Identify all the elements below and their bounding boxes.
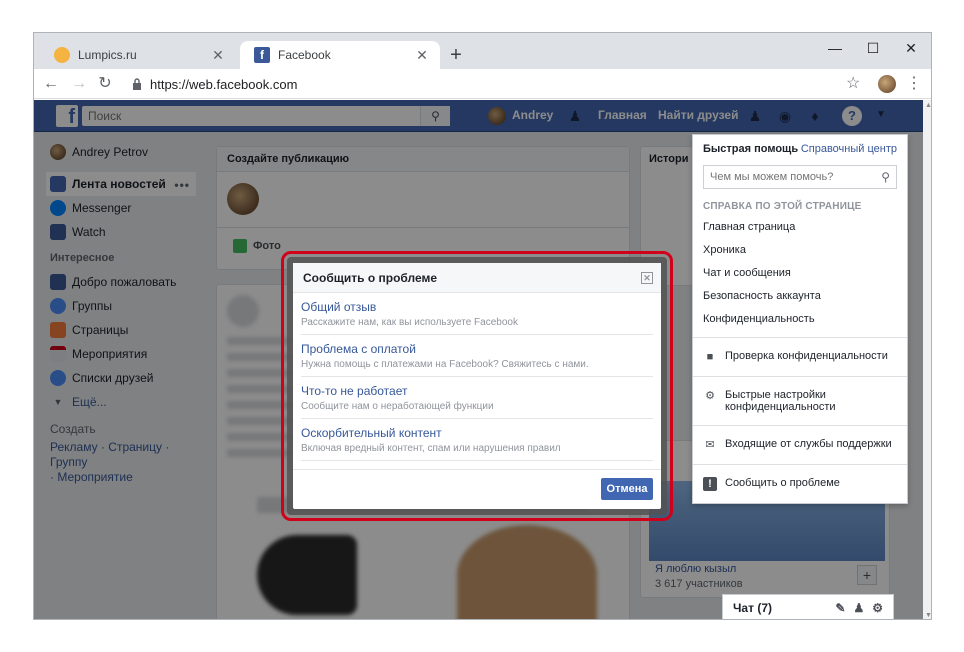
report-problem-item[interactable]: ! Сообщить о проблеме [693,471,907,497]
lock-icon: ■ [706,351,714,363]
maximize-button[interactable]: ☐ [856,37,890,59]
reload-icon[interactable]: ↻ [94,73,116,95]
option-payment-issue[interactable]: Проблема с оплатой Нужна помощь с платеж… [301,335,653,377]
gear-icon[interactable]: ⚙ [872,601,883,615]
action-label: Проверка конфиденциальности [725,350,888,362]
gear-icon: ⚙ [705,390,715,402]
privacy-shortcuts-item[interactable]: ⚙ Быстрые настройки конфиденциальности [693,383,907,419]
close-window-button[interactable]: ✕ [894,37,928,59]
tab-title: Lumpics.ru [78,48,137,62]
browser-profile-avatar[interactable] [878,75,896,93]
help-search-input[interactable] [704,166,874,188]
privacy-checkup-item[interactable]: ■ Проверка конфиденциальности [693,344,907,370]
help-center-link[interactable]: Справочный центр [801,143,897,163]
page-scrollbar[interactable]: ▲ ▼ [923,100,931,619]
envelope-icon: ✉ [705,439,715,451]
tab-close-icon[interactable]: ✕ [210,47,226,63]
option-something-broken[interactable]: Что-то не работает Сообщите нам о нерабо… [301,377,653,419]
search-icon[interactable]: ⚲ [881,170,890,184]
lumpics-favicon-icon [54,47,70,63]
help-section-title: СПРАВКА ПО ЭТОЙ СТРАНИЦЕ [703,201,862,212]
address-bar[interactable]: https://web.facebook.com [126,72,842,97]
minimize-button[interactable]: — [818,37,852,59]
option-abusive-content[interactable]: Оскорбительный контент Включая вредный к… [301,419,653,461]
support-inbox-item[interactable]: ✉ Входящие от службы поддержки [693,432,907,458]
browser-toolbar: ← → ↻ https://web.facebook.com ☆ ⋮ [34,69,931,99]
browser-window: Lumpics.ru ✕ f Facebook ✕ + — ☐ ✕ ← → ↻ … [33,32,932,620]
scroll-down-icon[interactable]: ▼ [925,612,931,619]
help-link-privacy[interactable]: Конфиденциальность [693,308,907,331]
tab-close-icon[interactable]: ✕ [414,47,430,63]
tab-strip: Lumpics.ru ✕ f Facebook ✕ + — ☐ ✕ [34,33,931,69]
option-title: Что-то не работает [301,384,408,398]
quick-help-title: Быстрая помощь [703,143,799,155]
tab-title: Facebook [278,48,331,62]
cancel-button[interactable]: Отмена [601,478,653,500]
action-label: Сообщить о проблеме [725,477,840,489]
chat-bar[interactable]: Чат (7) ✎ ♟ ⚙ [722,594,894,619]
bookmark-star-icon[interactable]: ☆ [846,73,860,93]
tab-facebook[interactable]: f Facebook ✕ [240,41,440,69]
help-search: ⚲ [703,165,897,189]
option-desc: Сообщите нам о неработающей функции [301,401,494,412]
browser-menu-icon[interactable]: ⋮ [906,73,922,93]
option-desc: Включая вредный контент, спам или наруше… [301,443,561,454]
contacts-icon[interactable]: ♟ [853,601,864,615]
action-label: Быстрые настройки конфиденциальности [725,389,836,413]
help-link-chat[interactable]: Чат и сообщения [693,262,907,285]
tab-lumpics[interactable]: Lumpics.ru ✕ [40,41,236,69]
option-title: Оскорбительный контент [301,426,442,440]
alert-icon: ! [703,477,717,491]
quick-help-panel: Быстрая помощь Справочный центр ⚲ СПРАВК… [692,134,908,504]
scroll-up-icon[interactable]: ▲ [925,102,931,109]
new-tab-button[interactable]: + [446,45,466,65]
option-general-feedback[interactable]: Общий отзыв Расскажите нам, как вы испол… [301,293,653,335]
lock-icon [133,78,141,90]
chat-label: Чат (7) [733,601,772,615]
compose-icon[interactable]: ✎ [835,601,845,615]
option-desc: Нужна помощь с платежами на Facebook? Св… [301,359,589,370]
back-arrow-icon[interactable]: ← [40,73,62,95]
help-link-timeline[interactable]: Хроника [693,239,907,262]
option-title: Общий отзыв [301,300,377,314]
forward-arrow-icon[interactable]: → [68,73,90,95]
option-title: Проблема с оплатой [301,342,416,356]
close-icon[interactable]: ✕ [641,272,653,284]
help-link-security[interactable]: Безопасность аккаунта [693,285,907,308]
facebook-page: f ⚲ Andrey ♟ Главная Найти друзей ♟ ◉ ♦ … [34,100,923,619]
help-link-home[interactable]: Главная страница [693,216,907,239]
dialog-title: Сообщить о проблеме [303,271,438,285]
action-label: Входящие от службы поддержки [725,438,892,450]
facebook-favicon-icon: f [254,47,270,63]
url-text: https://web.facebook.com [150,77,298,92]
report-problem-dialog: Сообщить о проблеме ✕ Общий отзыв Расска… [293,263,661,509]
option-desc: Расскажите нам, как вы используете Faceb… [301,317,518,328]
